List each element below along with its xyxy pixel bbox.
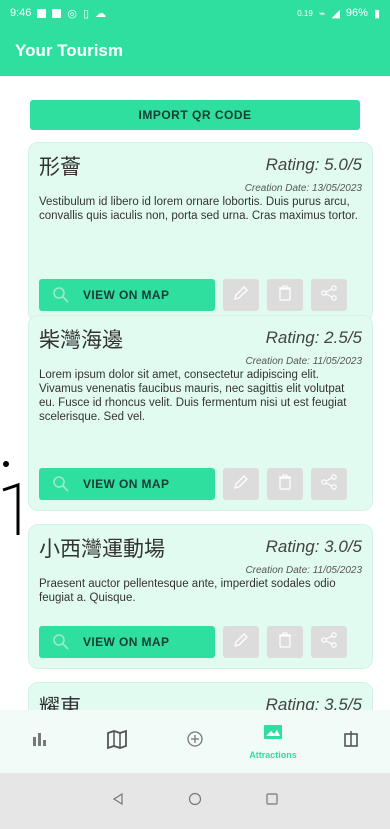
share-icon bbox=[320, 473, 338, 496]
network-speed: 0.19 bbox=[297, 8, 313, 18]
delete-button[interactable] bbox=[267, 279, 303, 311]
pencil-icon bbox=[232, 473, 250, 496]
attraction-description: Vestibulum id libero id lorem ornare lob… bbox=[39, 196, 358, 222]
app-title: Your Tourism bbox=[15, 41, 123, 60]
status-time: 9:46 bbox=[10, 7, 32, 19]
nav-item-profile[interactable] bbox=[321, 714, 381, 770]
nav-label-attractions: Attractions bbox=[249, 750, 297, 760]
recents-icon[interactable] bbox=[265, 792, 279, 811]
pencil-icon bbox=[232, 284, 250, 307]
trash-icon bbox=[276, 473, 294, 496]
battery-icon: ▮ bbox=[373, 7, 380, 20]
cloud-status-icon: ☁ bbox=[95, 7, 107, 20]
attraction-rating: Rating: 5.0/5 bbox=[265, 155, 362, 174]
view-on-map-label: VIEW ON MAP bbox=[83, 635, 170, 649]
nav-item-attractions[interactable]: Attractions bbox=[243, 714, 303, 770]
notification-icon bbox=[52, 8, 62, 18]
search-icon bbox=[39, 633, 83, 651]
attraction-rating: Rating: 2.5/5 bbox=[265, 328, 362, 347]
view-on-map-label: VIEW ON MAP bbox=[83, 288, 170, 302]
building-icon bbox=[342, 729, 360, 754]
delete-button[interactable] bbox=[267, 626, 303, 658]
view-on-map-label: VIEW ON MAP bbox=[83, 477, 170, 491]
map-icon bbox=[106, 729, 128, 754]
creation-date: Creation Date: 11/05/2023 bbox=[245, 356, 362, 367]
delete-button[interactable] bbox=[267, 468, 303, 500]
chart-icon bbox=[29, 729, 49, 754]
attraction-card: 形薈 Rating: 5.0/5 Creation Date: 13/05/20… bbox=[28, 142, 373, 322]
edit-button[interactable] bbox=[223, 468, 259, 500]
pencil-icon bbox=[232, 631, 250, 654]
signal-icon: ◢ bbox=[331, 7, 340, 20]
edit-button[interactable] bbox=[223, 279, 259, 311]
add-circle-icon bbox=[186, 730, 204, 753]
nav-item-add[interactable] bbox=[165, 714, 225, 770]
edit-button[interactable] bbox=[223, 626, 259, 658]
attraction-card: 柴灣海邊 Rating: 2.5/5 Creation Date: 11/05/… bbox=[28, 315, 373, 511]
attraction-description: Praesent auctor pellentesque ante, imper… bbox=[39, 578, 336, 604]
back-icon[interactable] bbox=[111, 792, 125, 811]
status-bar: 9:46 ◎ ▯ ☁ 0.19 ⌁ ◢ 96% ▮ bbox=[0, 0, 390, 26]
attraction-rating: Rating: 3.5/5 bbox=[265, 695, 362, 710]
share-icon bbox=[320, 631, 338, 654]
attraction-rating: Rating: 3.0/5 bbox=[265, 537, 362, 556]
home-icon[interactable] bbox=[188, 792, 202, 811]
search-icon bbox=[39, 286, 83, 304]
import-qr-button[interactable]: IMPORT QR CODE bbox=[30, 100, 360, 130]
share-button[interactable] bbox=[311, 626, 347, 658]
wifi-icon: ⌁ bbox=[318, 7, 326, 20]
view-on-map-button[interactable]: VIEW ON MAP bbox=[39, 468, 215, 500]
bottom-navigation: Attractions bbox=[0, 710, 390, 773]
search-icon bbox=[39, 475, 83, 493]
notification-icon bbox=[37, 8, 47, 18]
system-navigation bbox=[0, 773, 390, 829]
image-icon bbox=[262, 723, 284, 746]
app-bar: Your Tourism bbox=[0, 26, 390, 76]
settings-status-icon: ◎ bbox=[67, 7, 78, 20]
trash-icon bbox=[276, 631, 294, 654]
share-button[interactable] bbox=[311, 279, 347, 311]
scribble-mark bbox=[2, 461, 20, 535]
share-button[interactable] bbox=[311, 468, 347, 500]
attractions-list[interactable]: IMPORT QR CODE 形薈 Rating: 5.0/5 Creation… bbox=[0, 76, 390, 710]
attraction-card: 小西灣運動場 Rating: 3.0/5 Creation Date: 11/0… bbox=[28, 524, 373, 669]
share-icon bbox=[320, 284, 338, 307]
sim-status-icon: ▯ bbox=[83, 7, 90, 20]
nav-item-stats[interactable] bbox=[9, 714, 69, 770]
battery-percent: 96% bbox=[345, 7, 368, 19]
creation-date: Creation Date: 11/05/2023 bbox=[245, 565, 362, 576]
attraction-card: 耀東 Rating: 3.5/5 bbox=[28, 682, 373, 710]
trash-icon bbox=[276, 284, 294, 307]
attraction-description: Lorem ipsum dolor sit amet, consectetur … bbox=[39, 369, 347, 423]
view-on-map-button[interactable]: VIEW ON MAP bbox=[39, 279, 215, 311]
view-on-map-button[interactable]: VIEW ON MAP bbox=[39, 626, 215, 658]
nav-item-map[interactable] bbox=[87, 714, 147, 770]
creation-date: Creation Date: 13/05/2023 bbox=[244, 183, 362, 194]
